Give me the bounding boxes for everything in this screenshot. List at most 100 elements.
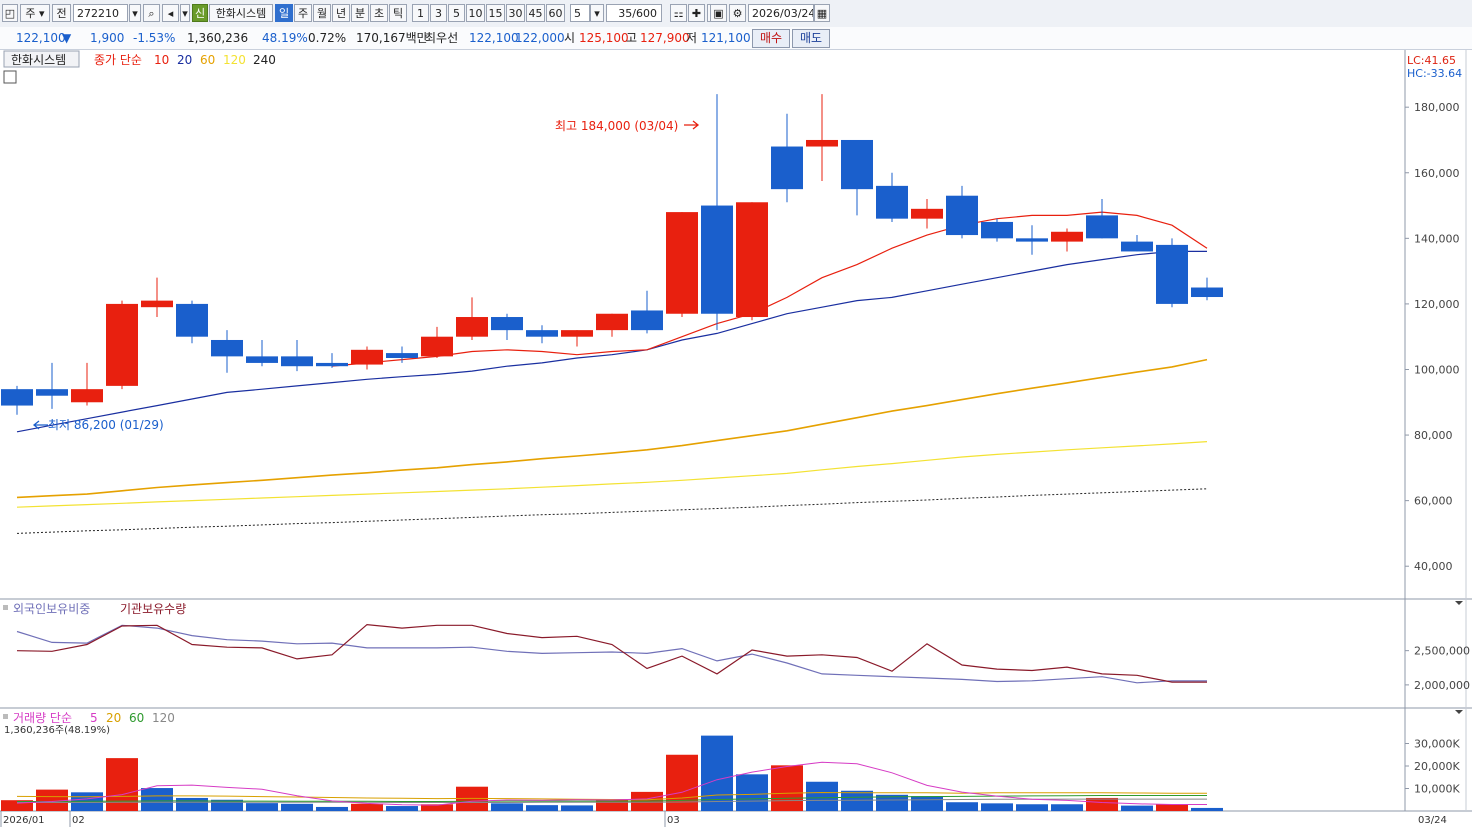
volume-bar xyxy=(316,806,348,811)
interval-button-15[interactable]: 15 xyxy=(486,4,505,22)
volume-bar xyxy=(351,803,383,811)
candle-body xyxy=(36,389,68,396)
gear-icon[interactable]: ⚙ xyxy=(729,4,746,22)
stock-name: 한화시스템 xyxy=(209,4,273,22)
candle-body xyxy=(771,146,803,190)
candle xyxy=(666,212,698,318)
candle-body xyxy=(421,336,453,357)
price-ytick-label: 100,000 xyxy=(1414,363,1460,376)
candle-body xyxy=(736,202,768,318)
interval-input[interactable]: 5 xyxy=(570,4,590,22)
candle-body xyxy=(211,339,243,357)
buy-button[interactable]: 매수 xyxy=(752,29,790,48)
candle-body xyxy=(561,330,593,337)
volume-bar xyxy=(526,805,558,811)
volume-bar xyxy=(281,803,313,811)
interval-button-10[interactable]: 10 xyxy=(466,4,485,22)
candle-body xyxy=(71,389,103,403)
candle-body xyxy=(1156,244,1188,304)
volume-bar xyxy=(736,774,768,811)
candle-type-icon[interactable]: ⚏ xyxy=(670,4,687,22)
price-legend-ma-10: 10 xyxy=(154,53,169,67)
volume-bar xyxy=(911,796,943,811)
quote-amount: 170,167백만 xyxy=(356,31,428,45)
period-button-6[interactable]: 틱 xyxy=(389,4,407,22)
interval-button-45[interactable]: 45 xyxy=(526,4,545,22)
volume-bar xyxy=(246,803,278,811)
best-ask: 122,100 xyxy=(469,31,519,45)
mode-badge[interactable]: 신 xyxy=(192,4,208,22)
interval-dropdown-icon[interactable]: ▾ xyxy=(590,4,604,22)
period-button-5[interactable]: 초 xyxy=(370,4,388,22)
scope-button[interactable]: 전 xyxy=(52,4,71,22)
candle-body xyxy=(386,353,418,359)
code-dropdown-icon[interactable]: ▾ xyxy=(129,4,141,22)
tools-icon[interactable]: ✚ xyxy=(688,4,705,22)
candle-body xyxy=(351,349,383,365)
date-input[interactable]: 2026/03/24 xyxy=(748,4,814,22)
interval-button-1[interactable]: 1 xyxy=(412,4,429,22)
low-label: 저 xyxy=(686,31,698,45)
count-input[interactable]: 35/600 xyxy=(606,4,662,22)
price-ytick-label: 40,000 xyxy=(1414,560,1453,573)
price-ytick-label: 140,000 xyxy=(1414,232,1460,245)
period-button-1[interactable]: 주 xyxy=(294,4,312,22)
price-ytick-label: 160,000 xyxy=(1414,167,1460,180)
interval-button-60[interactable]: 60 xyxy=(546,4,565,22)
high-value: 127,900 xyxy=(640,31,690,45)
candle xyxy=(106,300,138,390)
candle-body xyxy=(1051,231,1083,242)
toolbar: ◰ 주 ▾ 전 272210 ▾ ⌕ ◂ ▾ 신 한화시스템 일주월년분초틱 1… xyxy=(0,0,1472,28)
speaker-icon[interactable]: ◂ xyxy=(162,4,179,22)
volume-bar xyxy=(1121,805,1153,811)
candle-body xyxy=(526,330,558,337)
price-ytick-label: 80,000 xyxy=(1414,429,1453,442)
interval-button-5[interactable]: 5 xyxy=(448,4,465,22)
quote-price: 122,100 xyxy=(16,31,66,45)
save-icon[interactable]: ▣ xyxy=(710,4,727,22)
xaxis-right-label: 03/24 xyxy=(1418,815,1447,826)
candle-body xyxy=(141,300,173,308)
volume-bar xyxy=(1156,804,1188,811)
sell-button[interactable]: 매도 xyxy=(792,29,830,48)
candle xyxy=(736,202,768,321)
interval-button-30[interactable]: 30 xyxy=(506,4,525,22)
price-legend-ma-240: 240 xyxy=(253,53,276,67)
open-value: 125,100 xyxy=(579,31,629,45)
window-menu-icon[interactable]: ◰ xyxy=(2,4,18,22)
interval-button-3[interactable]: 3 xyxy=(430,4,447,22)
candle-body xyxy=(1086,215,1118,239)
search-icon[interactable]: ⌕ xyxy=(143,4,160,22)
volume-bar xyxy=(1051,804,1083,811)
best-label: 최우선 xyxy=(425,31,459,45)
market-select[interactable]: 주 ▾ xyxy=(20,4,50,22)
quote-change: 1,900 xyxy=(90,31,125,45)
calendar-icon[interactable]: ▦ xyxy=(814,4,830,22)
own-legend-foreign: 외국인보유비중 xyxy=(13,602,90,616)
period-button-2[interactable]: 월 xyxy=(313,4,331,22)
code-input[interactable]: 272210 xyxy=(73,4,128,22)
xaxis-label: 2026/01 xyxy=(3,815,45,826)
candle-body xyxy=(981,221,1013,239)
volume-bar xyxy=(176,797,208,811)
period-button-3[interactable]: 년 xyxy=(332,4,350,22)
candle-body xyxy=(1121,241,1153,252)
own-panel-marker xyxy=(3,605,8,610)
candle-body xyxy=(596,313,628,331)
period-button-0[interactable]: 일 xyxy=(275,4,293,22)
best-bid: 122,000 xyxy=(515,31,565,45)
quote-turnover: 0.72% xyxy=(308,31,347,45)
volume-bar xyxy=(806,781,838,811)
speaker-dropdown-icon[interactable]: ▾ xyxy=(180,4,190,22)
vol-legend-ma-20: 20 xyxy=(106,711,121,725)
volume-bar xyxy=(1191,807,1223,811)
vol-ytick-label: 10,000K xyxy=(1414,783,1460,796)
market-select-label: 주 xyxy=(25,7,36,20)
period-button-4[interactable]: 분 xyxy=(351,4,369,22)
candle-body xyxy=(1016,238,1048,242)
own-ytick-label: 2,000,000 xyxy=(1414,679,1470,692)
volume-bar xyxy=(561,805,593,811)
candle-body xyxy=(631,310,663,331)
low-value: 121,100 xyxy=(701,31,751,45)
xaxis-label: 03 xyxy=(667,815,680,826)
